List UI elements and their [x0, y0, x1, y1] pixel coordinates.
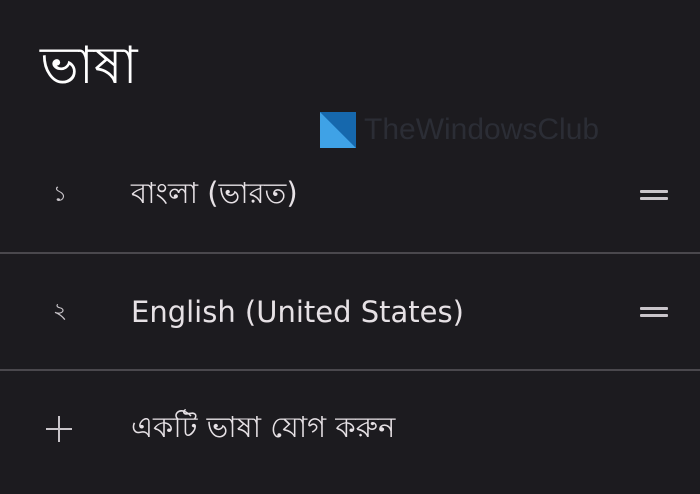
add-language-button[interactable]: একটি ভাষা যোগ করুন [0, 371, 700, 487]
language-row-english[interactable]: ২ English (United States) [0, 254, 700, 370]
language-index: ২ [52, 298, 68, 324]
add-language-label: একটি ভাষা যোগ করুন [131, 409, 396, 444]
plus-icon [44, 414, 74, 444]
language-label: বাংলা (ভারত) [131, 175, 298, 210]
page-title: ভাষা [40, 36, 138, 96]
drag-handle-icon[interactable] [640, 305, 668, 319]
language-label: English (United States) [131, 295, 464, 329]
drag-handle-icon[interactable] [640, 188, 668, 202]
language-row-bengali[interactable]: ১ বাংলা (ভারত) [0, 137, 700, 253]
language-index: ১ [52, 181, 68, 207]
